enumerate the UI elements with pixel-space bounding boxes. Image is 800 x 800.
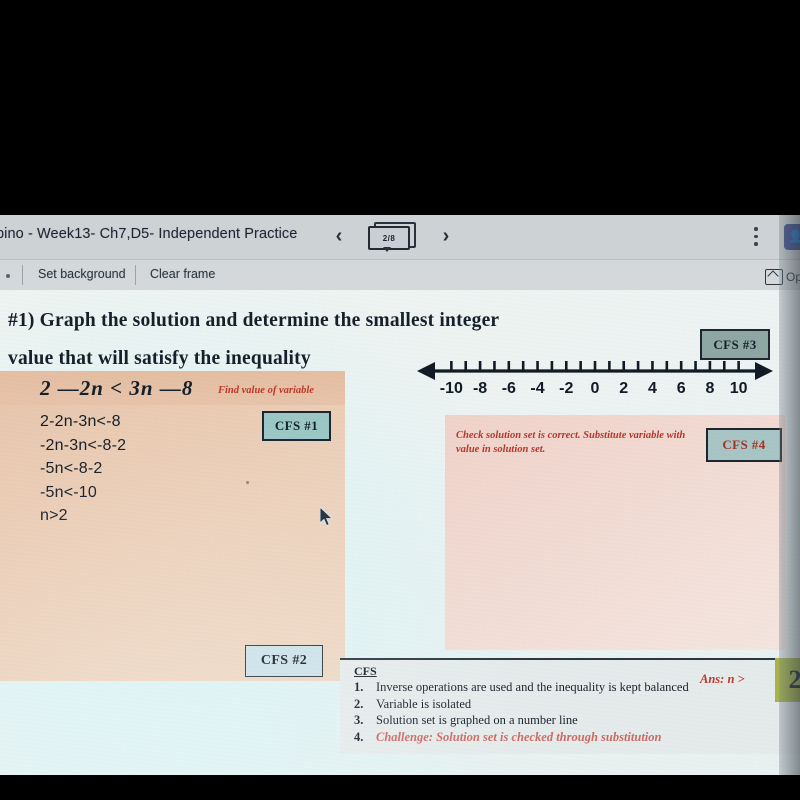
frame-toolbar: Set background Clear frame Op <box>0 259 800 290</box>
number-line-tick-label: 0 <box>590 380 600 397</box>
number-line-tick-label: -8 <box>472 380 488 397</box>
solution-step: 2-2n-3n<-8 <box>40 413 121 430</box>
app-title-bar: pino - Week13- Ch7,D5- Independent Pract… <box>0 215 800 259</box>
chevron-down-icon[interactable] <box>383 247 391 252</box>
kebab-dot <box>754 234 758 238</box>
solution-step: -5n<-8-2 <box>40 460 103 477</box>
answer-value-chip: 2 <box>775 658 800 702</box>
jamboard-app-window: pino - Week13- Ch7,D5- Independent Pract… <box>0 215 800 777</box>
number-line-tick-label: 6 <box>676 380 686 397</box>
previous-frame-button[interactable]: ‹ <box>326 223 352 249</box>
cfs-item-text: Solution set is graphed on a number line <box>376 713 578 727</box>
dust-speck <box>246 481 249 484</box>
answer-label: Ans: n > <box>700 672 745 686</box>
cfs-4-box[interactable]: CFS #4 <box>706 428 782 462</box>
cfs-checklist-item: 2. Variable is isolated <box>354 696 754 713</box>
number-line-tick-label: 10 <box>729 380 748 397</box>
set-background-button[interactable]: Set background <box>38 267 126 281</box>
photo-dark-border-bottom <box>0 775 800 800</box>
kebab-dot <box>754 242 758 246</box>
present-icon[interactable] <box>765 269 783 285</box>
frame-counter[interactable]: 2/8 <box>366 222 416 252</box>
number-line-tick-label: 8 <box>705 380 715 397</box>
cfs-item-number: 3. <box>354 713 364 727</box>
slide-content: #1) Graph the solution and determine the… <box>0 290 800 777</box>
solution-step: -2n-3n<-8-2 <box>40 436 127 454</box>
toolbar-overflow-icon[interactable] <box>6 274 10 278</box>
number-line-tick-label: 4 <box>648 380 657 397</box>
photographed-screen: pino - Week13- Ch7,D5- Independent Pract… <box>0 0 800 800</box>
share-button[interactable]: 👤 <box>784 224 800 250</box>
cfs-2-box[interactable]: CFS #2 <box>245 645 323 677</box>
clear-frame-button[interactable]: Clear frame <box>150 267 215 281</box>
solution-step: -5n<-10 <box>40 483 97 501</box>
cfs-checklist-title: CFS <box>354 664 377 678</box>
cfs-checklist-items: 1. Inverse operations are used and the in… <box>354 679 754 745</box>
cfs-checklist-item: 4. Challenge: Solution set is checked thr… <box>354 729 754 746</box>
cfs-item-number: 4. <box>354 729 364 744</box>
photo-dark-border-top <box>0 0 800 215</box>
next-frame-button[interactable]: › <box>433 223 459 249</box>
cfs-item-text: Variable is isolated <box>376 696 472 711</box>
number-line-tick-label: -10 <box>439 380 463 397</box>
cfs-checklist-item: 3. Solution set is graphed on a number li… <box>354 712 754 729</box>
question-heading-line1: #1) Graph the solution and determine the… <box>8 310 500 331</box>
solution-step: n>2 <box>40 507 68 524</box>
question-heading-line2: value that will satisfy the inequality <box>8 348 311 369</box>
cfs-checklist-item: 1. Inverse operations are used and the in… <box>354 679 754 696</box>
document-title[interactable]: pino - Week13- Ch7,D5- Independent Pract… <box>0 226 297 242</box>
cfs-1-box[interactable]: CFS #1 <box>262 411 331 441</box>
toolbar-divider <box>22 265 23 285</box>
kebab-dot <box>754 227 758 231</box>
mouse-cursor <box>319 505 334 527</box>
equation-instruction-note: Find value of variable <box>218 385 314 396</box>
number-line-labels: -10 -8 -6 -4 -2 0 2 4 6 8 10 <box>415 380 775 404</box>
number-line: -10 -8 -6 -4 -2 0 2 4 6 8 10 <box>415 358 775 406</box>
number-line-tick-label: 2 <box>619 380 629 397</box>
number-line-tick-label: -4 <box>530 380 545 397</box>
number-line-tick-label: -6 <box>501 380 516 397</box>
check-instruction-note: Check solution set is correct. Substitut… <box>456 430 686 455</box>
cfs-item-text: Challenge: Solution set is checked throu… <box>376 729 662 744</box>
present-button-label[interactable]: Op <box>786 270 800 284</box>
cfs-item-number: 1. <box>354 680 364 694</box>
solution-steps: 2-2n-3n<-8 -2n-3n<-8-2 -5n<-8-2 -5n<-10 … <box>40 410 126 528</box>
number-line-tick-label: -2 <box>559 380 574 397</box>
more-options-icon[interactable] <box>754 227 760 249</box>
jam-canvas[interactable]: #1) Graph the solution and determine the… <box>0 290 800 777</box>
cfs-3-box[interactable]: CFS #3 <box>700 329 770 360</box>
cfs-item-number: 2. <box>354 696 364 711</box>
inequality-expression: 2 —2n < 3n —8 <box>40 376 194 400</box>
person-icon: 👤 <box>788 229 800 243</box>
cfs-item-text: Inverse operations are used and the ineq… <box>376 680 689 694</box>
toolbar-divider <box>135 265 136 285</box>
